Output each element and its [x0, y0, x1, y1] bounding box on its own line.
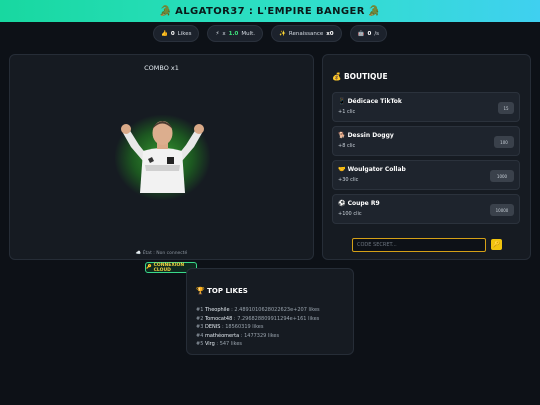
- player-name: DENIS: [204, 324, 221, 331]
- buy-button[interactable]: 15: [498, 102, 514, 114]
- money-bag-icon: 💰: [332, 72, 342, 81]
- avatar-image: [121, 121, 204, 193]
- page-title: ALGATOR37 : L'EMPIRE BANGER: [175, 5, 365, 17]
- player-name: Theophile: [204, 307, 230, 313]
- crocodile-icon: 🐊: [159, 5, 173, 17]
- sparkles-icon: ✨: [279, 30, 286, 37]
- player-likes: 18560319 likes: [225, 324, 264, 331]
- player-likes: 547 likes: [219, 341, 242, 348]
- shop-item-gain: +100 clic: [338, 211, 362, 217]
- lightning-icon: ⚡: [215, 30, 220, 37]
- shop-item: 📱 Dédicace TikTok +1 clic 15: [332, 92, 520, 122]
- shop-item-name: Woulgator Collab: [347, 166, 406, 173]
- shop-item-name: Dédicace TikTok: [347, 98, 402, 105]
- phone-icon: 📱: [338, 98, 346, 105]
- auto-value: 0: [367, 30, 372, 37]
- multiplier-stat: ⚡ x 1.0 Mult.: [207, 25, 264, 42]
- key-icon: 🔑: [492, 242, 501, 248]
- thumbs-up-icon: 👍: [160, 30, 168, 37]
- likes-value: 0: [170, 30, 175, 37]
- handshake-icon: 🤝: [338, 166, 346, 173]
- leaderboard-row: #5 Virg : 547 likes: [196, 341, 242, 348]
- renaissance-label: Renaissance: [288, 30, 324, 37]
- leaderboard-row: #3 DENIS : 18560319 likes: [196, 324, 264, 331]
- likes-label: Likes: [177, 30, 192, 37]
- buy-button[interactable]: 100: [494, 136, 514, 148]
- leaderboard-row: #2 Tomocat48 : 7.296828809911294e+161 li…: [196, 315, 320, 322]
- leaderboard-panel: 🏆 TOP LIKES #1 Theophile : 2.48910106280…: [186, 268, 354, 355]
- shop-item-name: Coupe R9: [347, 200, 380, 207]
- renaissance-value: x0: [326, 30, 334, 37]
- multiplier-prefix: x: [222, 30, 226, 37]
- auto-stat: 🤖 0/s: [349, 25, 388, 42]
- buy-button[interactable]: 1000: [490, 170, 514, 182]
- player-likes: 2.4891010628022623e+207 likes: [234, 307, 320, 313]
- player-name: Tomocat48: [204, 315, 233, 322]
- player-likes: 1477329 likes: [244, 332, 280, 339]
- player-name: Virg: [204, 341, 215, 348]
- likes-stat: 👍 0 Likes: [152, 25, 200, 42]
- shop-title: 💰 BOUTIQUE: [332, 72, 388, 81]
- robot-icon: 🤖: [357, 30, 365, 37]
- cloud-icon: ☁️: [135, 251, 142, 256]
- shop-item: 🤝 Woulgator Collab +30 clic 1000: [332, 160, 520, 190]
- player-name: mathéomerta: [204, 332, 240, 339]
- shop-item-name: Dessin Doggy: [347, 132, 394, 139]
- secret-code-input[interactable]: [352, 238, 486, 252]
- multiplier-label: Mult.: [241, 30, 256, 37]
- shop-item: 🐕 Dessin Doggy +8 clic 100: [332, 126, 520, 156]
- shop-item: ⚽ Coupe R9 +100 clic 10000: [332, 194, 520, 224]
- shop-panel: 💰 BOUTIQUE 📱 Dédicace TikTok +1 clic 15 …: [322, 54, 531, 260]
- connection-status: ☁️ État : Non connecté: [135, 251, 188, 256]
- stats-bar: 👍 0 Likes ⚡ x 1.0 Mult. ✨ Renaissance x0 …: [0, 25, 540, 43]
- shop-item-gain: +30 clic: [338, 177, 359, 183]
- trophy-icon: 🏆: [196, 287, 205, 295]
- clicker-panel: COMBO x1 ☁️ État : Non connecté 🔑 CONNEX…: [9, 54, 314, 273]
- soccer-icon: ⚽: [338, 200, 346, 207]
- leaderboard-title: 🏆 TOP LIKES: [196, 287, 248, 295]
- renaissance-stat: ✨ Renaissance x0: [271, 25, 342, 42]
- auto-suffix: /s: [374, 30, 380, 37]
- leaderboard-row: #4 mathéomerta : 1477329 likes: [196, 332, 280, 339]
- dog-icon: 🐕: [338, 132, 346, 139]
- submit-code-button[interactable]: 🔑: [491, 239, 502, 250]
- crocodile-icon: 🐊: [367, 5, 381, 17]
- leaderboard-list: #1 Theophile : 2.4891010628022623e+207 l…: [196, 306, 320, 349]
- clicker-avatar[interactable]: [115, 115, 210, 200]
- player-likes: 7.296828809911294e+161 likes: [237, 315, 320, 322]
- multiplier-value: 1.0: [228, 30, 239, 37]
- shop-item-gain: +1 clic: [338, 109, 356, 115]
- header-banner: 🐊 ALGATOR37 : L'EMPIRE BANGER 🐊: [0, 0, 540, 22]
- leaderboard-row: #1 Theophile : 2.4891010628022623e+207 l…: [196, 307, 320, 313]
- combo-counter: COMBO x1: [144, 64, 179, 72]
- key-icon: 🔑: [146, 265, 152, 270]
- buy-button[interactable]: 10000: [490, 204, 514, 216]
- shop-item-gain: +8 clic: [338, 143, 356, 149]
